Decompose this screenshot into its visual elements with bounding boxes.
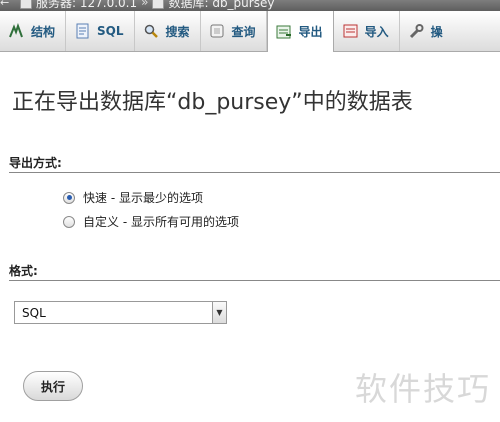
export-method-divider (9, 172, 500, 173)
structure-icon (8, 23, 24, 39)
tab-label: SQL (97, 24, 124, 38)
tab-label: 导出 (298, 25, 323, 39)
tab-label: 操 (430, 24, 443, 39)
sql-icon (74, 23, 90, 39)
breadcrumb-server[interactable]: 服务器: 127.0.0.1 (36, 0, 137, 11)
custom-option-label: 自定义 - 显示所有可用的选项 (83, 215, 239, 229)
back-arrow-icon[interactable]: ← (0, 0, 10, 9)
breadcrumb-separator: » (141, 0, 149, 9)
format-select[interactable]: SQL ▼ (14, 301, 227, 324)
query-icon (209, 23, 225, 39)
tab-label: 搜索 (165, 24, 190, 39)
custom-radio[interactable] (63, 215, 75, 228)
export-method-custom[interactable]: 自定义 - 显示所有可用的选项 (63, 213, 239, 230)
watermark: 软件技巧 (355, 370, 492, 408)
tab-label: 查询 (231, 24, 256, 39)
export-icon (276, 24, 292, 40)
tab-operations[interactable]: 操 (400, 11, 453, 51)
server-icon (20, 0, 32, 9)
tab-structure[interactable]: 结构 (0, 11, 67, 51)
page-title: 正在导出数据库“db_pursey”中的数据表 (12, 90, 413, 115)
go-button[interactable]: 执行 (23, 371, 83, 401)
search-icon (143, 23, 159, 39)
tab-bar: 结构 SQL 搜索 查询 导出 导入 操 (0, 11, 500, 52)
format-label: 格式: (9, 264, 38, 278)
operations-icon (408, 23, 424, 39)
quick-radio[interactable] (63, 191, 75, 204)
tab-export[interactable]: 导出 (266, 11, 334, 52)
breadcrumb-bar: ← 服务器: 127.0.0.1 » 数据库: db_pursey (0, 0, 500, 11)
tab-import[interactable]: 导入 (334, 11, 400, 51)
import-icon (342, 23, 358, 39)
quick-option-label: 快速 - 显示最少的选项 (83, 191, 203, 205)
export-method-quick[interactable]: 快速 - 显示最少的选项 (63, 189, 203, 206)
format-select-value: SQL (22, 305, 46, 320)
chevron-down-icon[interactable]: ▼ (212, 302, 226, 323)
breadcrumb-database[interactable]: 数据库: db_pursey (168, 0, 274, 11)
breadcrumb: ← 服务器: 127.0.0.1 » 数据库: db_pursey (0, 0, 274, 10)
database-icon (152, 0, 165, 9)
export-method-label: 导出方式: (9, 156, 62, 170)
tab-sql[interactable]: SQL (66, 11, 135, 51)
tab-label: 导入 (364, 24, 389, 39)
tab-query[interactable]: 查询 (201, 11, 267, 51)
format-divider (9, 280, 500, 281)
tab-search[interactable]: 搜索 (135, 11, 201, 51)
tab-label: 结构 (31, 24, 56, 39)
